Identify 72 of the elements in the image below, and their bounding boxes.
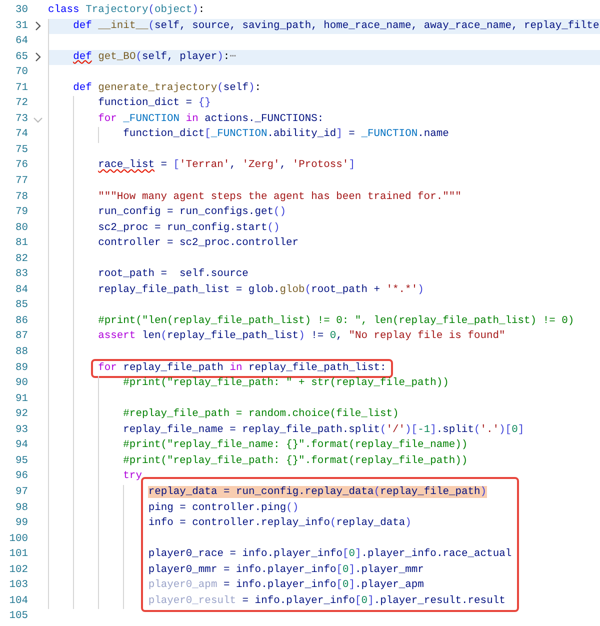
code-line: #print("replay_file_path: " + str(replay_file_path)) <box>122 376 449 392</box>
line-number: 81 <box>14 236 28 252</box>
line-number: 76 <box>14 158 28 174</box>
code-line: ping = controller.ping() <box>148 500 299 516</box>
line-number: 96 <box>14 469 28 484</box>
code-line: root_path = self.source <box>97 267 248 282</box>
code-line: replay_file_name = replay_file_path.split('/')[-1].split('.')[0] <box>122 422 524 438</box>
code-line: #print("replay_file_path: {}".format(replay_file_path)) <box>122 454 468 469</box>
line-number: 83 <box>14 267 28 282</box>
line-number: 79 <box>14 205 28 220</box>
chevron-right-icon[interactable] <box>35 52 41 62</box>
line-number: 71 <box>14 80 28 96</box>
line-number: 95 <box>14 454 28 469</box>
line-number: 72 <box>14 96 28 112</box>
line-number: 104 <box>8 594 28 609</box>
line-number: 78 <box>14 190 28 205</box>
code-line: player0_result = info.player_info[0].player_result.result <box>148 594 506 609</box>
code-line: try <box>122 469 142 484</box>
code-line: controller = sc2_proc.controller <box>97 236 299 252</box>
line-number: 31 <box>14 18 28 34</box>
code-line: sc2_proc = run_config.start() <box>97 220 280 236</box>
line-number: 73 <box>14 112 28 127</box>
line-number: 75 <box>14 142 28 158</box>
code-line: #print("replay_file_name: {}".format(replay_file_name)) <box>122 438 468 454</box>
code-line: def get_BO(self, player):⋯ <box>72 50 236 65</box>
line-number: 94 <box>14 438 28 454</box>
code-line: for replay_file_path in replay_file_path_list: <box>98 360 386 376</box>
code-line: run_config = run_configs.get() <box>97 205 286 220</box>
code-line: assert len(replay_file_path_list) != 0, "No replay file is found" <box>97 329 506 344</box>
line-number: 97 <box>14 484 28 500</box>
line-number: 98 <box>14 500 28 516</box>
line-number: 102 <box>8 562 28 578</box>
code-line: """How many agent steps the agent has been trained for.""" <box>97 190 462 205</box>
line-number: 101 <box>8 547 28 562</box>
line-number: 99 <box>14 516 28 532</box>
code-line: replay_file_path_list = glob.glob(root_path + '*.*') <box>97 282 424 298</box>
line-number: 74 <box>14 127 28 142</box>
code-line: function_dict = {} <box>97 96 211 112</box>
line-number: 30 <box>14 3 28 18</box>
code-line: class Trajectory(object): <box>48 3 205 18</box>
line-number: 87 <box>14 329 28 344</box>
line-number: 80 <box>14 220 28 236</box>
line-number: 65 <box>14 50 28 65</box>
line-number: 103 <box>8 578 28 594</box>
line-number: 84 <box>14 282 28 298</box>
code-line: def __init__(self, source, saving_path, home_race_name, away_race_name, replay_filte <box>72 18 600 34</box>
line-number: 93 <box>14 422 28 438</box>
code-line: function_dict[_FUNCTION.ability_id] = _FUNCTION.name <box>122 127 449 142</box>
code-line: player0_race = info.player_info[0].player_info.race_actual <box>148 547 512 562</box>
line-number: 89 <box>14 360 28 376</box>
line-number: 86 <box>14 314 28 329</box>
code-line: race_list = ['Terran', 'Zerg', 'Protoss'] <box>97 158 355 174</box>
line-number: 100 <box>8 532 28 547</box>
line-number: 92 <box>14 407 28 422</box>
code-line: def generate_trajectory(self): <box>72 80 261 96</box>
code-line: #replay_file_path = random.choice(file_list) <box>122 407 399 422</box>
code-line: info = controller.replay_info(replay_data) <box>148 516 412 532</box>
code-line: replay_data = run_config.replay_data(replay_file_path) <box>148 484 487 500</box>
line-number: 88 <box>14 345 28 360</box>
line-number: 82 <box>14 252 28 267</box>
line-number: 90 <box>14 376 28 392</box>
code-line: for _FUNCTION in actions._FUNCTIONS: <box>97 112 324 127</box>
code-line: player0_apm = info.player_info[0].player_apm <box>148 578 424 594</box>
code-line: player0_mmr = info.player_info[0].player_mmr <box>148 562 424 578</box>
chevron-right-icon[interactable] <box>35 21 41 32</box>
line-number: 85 <box>14 298 28 314</box>
line-number: 64 <box>14 34 28 50</box>
line-number: 105 <box>8 609 28 624</box>
line-number: 91 <box>14 392 28 407</box>
code-line: #print("len(replay_file_path_list) != 0: ", len(replay_file_path_list) != 0) <box>97 314 574 329</box>
line-number: 77 <box>14 174 28 190</box>
line-number: 70 <box>14 65 28 80</box>
